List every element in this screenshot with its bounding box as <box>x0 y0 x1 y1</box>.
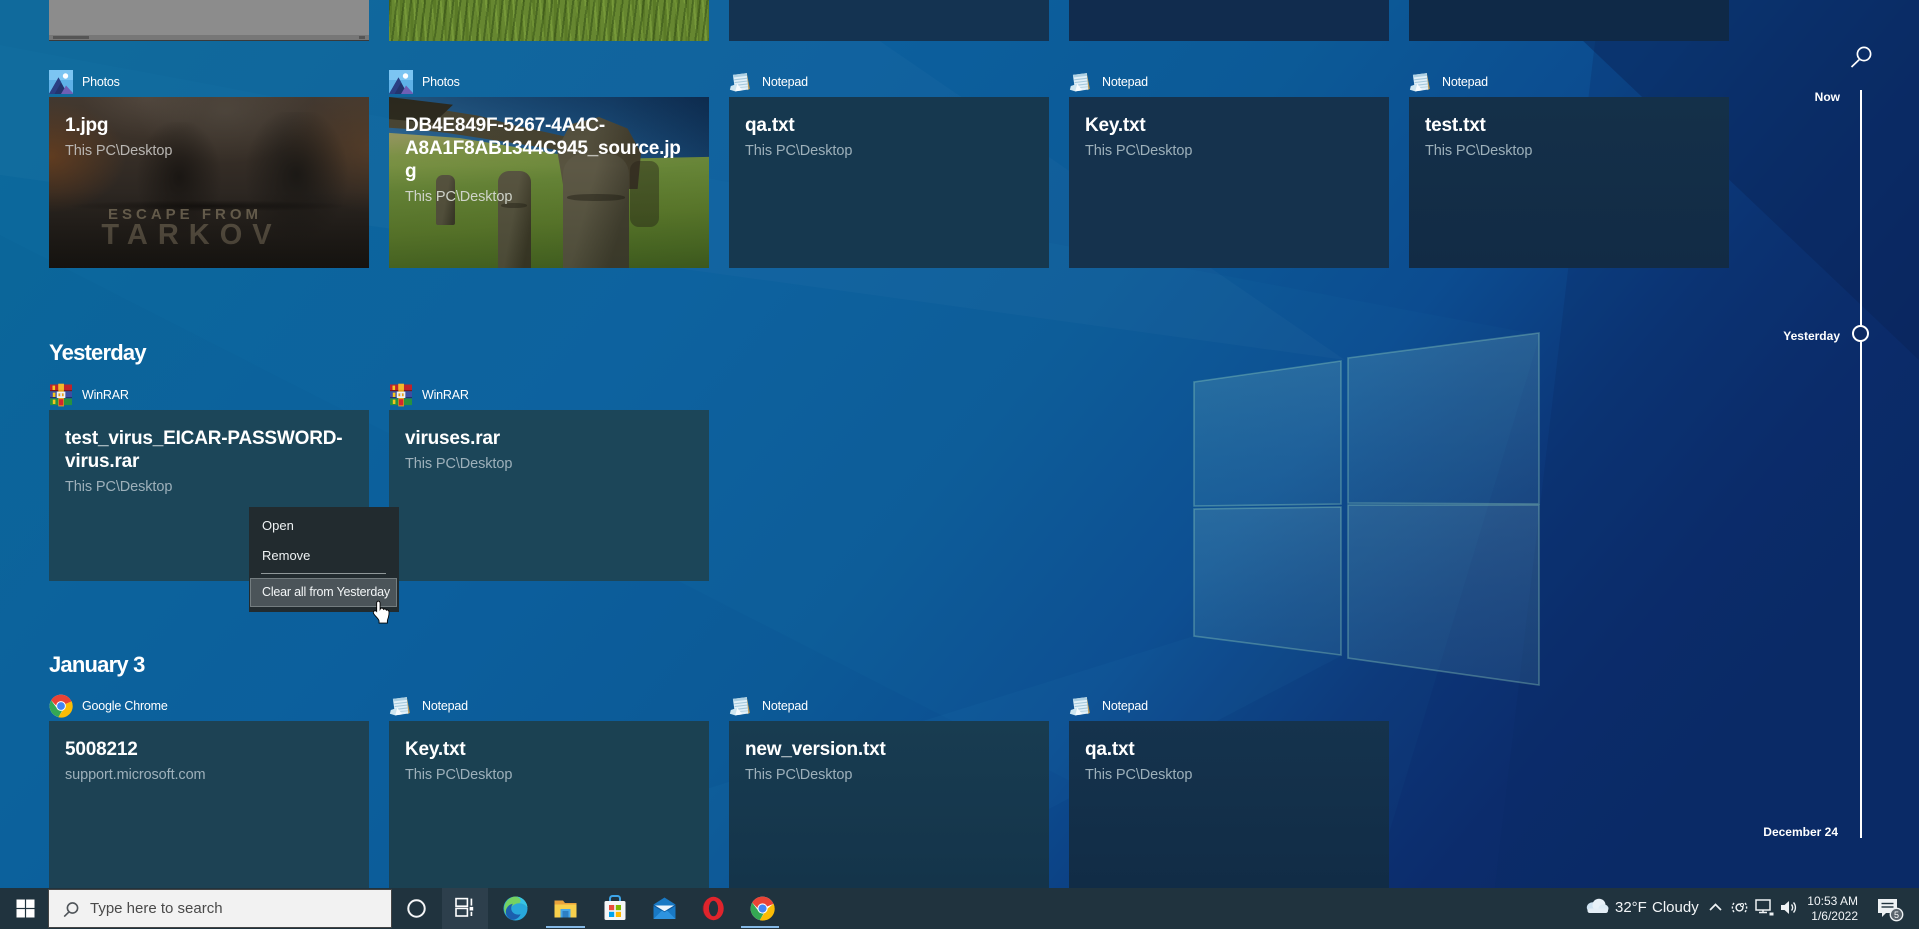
svg-text:5: 5 <box>1894 910 1899 920</box>
